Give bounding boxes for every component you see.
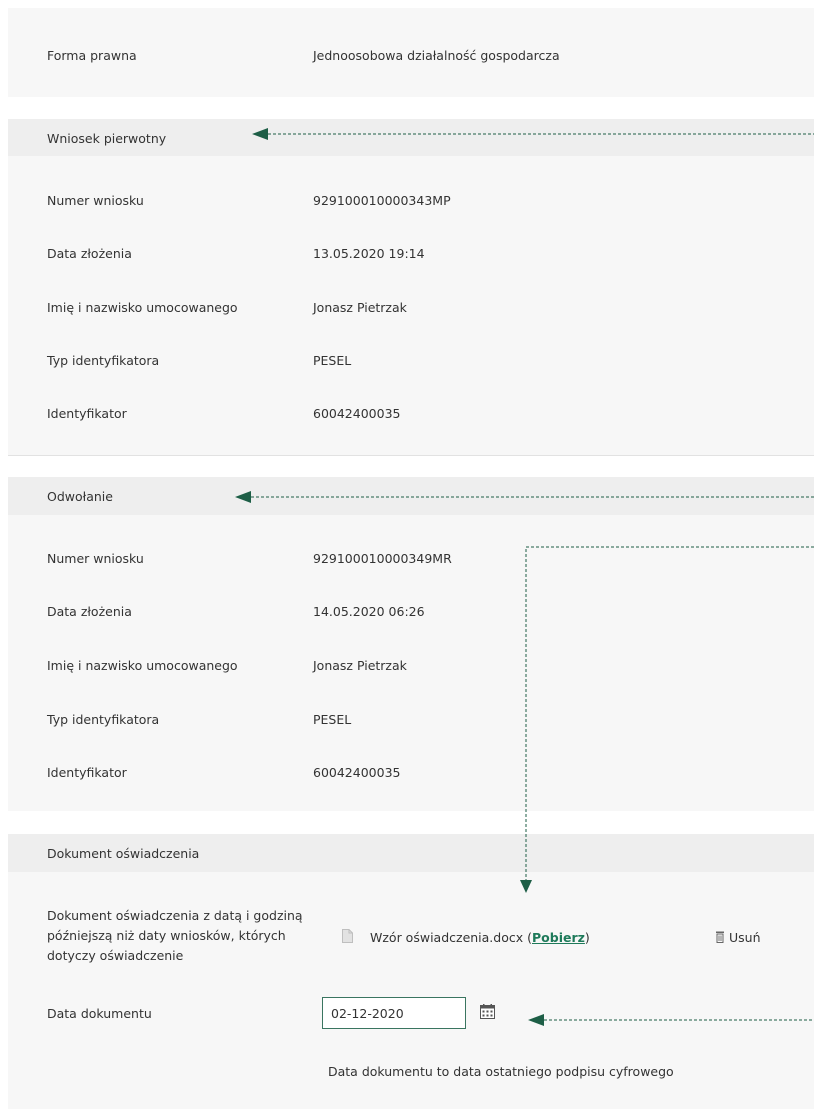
application-number-value: 929100010000343MP bbox=[313, 193, 451, 208]
trash-icon bbox=[716, 931, 724, 943]
delete-button[interactable]: Usuń bbox=[715, 929, 761, 946]
delete-label: Usuń bbox=[729, 930, 761, 945]
appeal-header bbox=[8, 477, 814, 515]
statement-document-title: Dokument oświadczenia bbox=[47, 846, 200, 861]
file-name-text: Wzór oświadczenia.docx ( bbox=[370, 930, 532, 945]
file-name-suffix: ) bbox=[584, 930, 590, 945]
representative-name-label: Imię i nazwisko umocowanego bbox=[47, 300, 238, 315]
identifier-label: Identyfikator bbox=[47, 406, 127, 421]
appeal-title: Odwołanie bbox=[47, 489, 113, 504]
identifier-type-label: Typ identyfikatora bbox=[47, 353, 160, 368]
identifier-value: 60042400035 bbox=[313, 406, 401, 421]
document-date-input[interactable] bbox=[322, 997, 466, 1029]
original-application-title: Wniosek pierwotny bbox=[47, 131, 167, 146]
appeal-identifier-type-value: PESEL bbox=[313, 712, 352, 727]
appeal-date-value: 14.05.2020 06:26 bbox=[313, 604, 425, 619]
submission-date-label: Data złożenia bbox=[47, 246, 132, 261]
file-icon bbox=[342, 929, 353, 946]
application-number-label: Numer wniosku bbox=[47, 193, 144, 208]
appeal-representative-label: Imię i nazwisko umocowanego bbox=[47, 658, 238, 673]
appeal-number-value: 929100010000349MR bbox=[313, 551, 452, 566]
appeal-date-label: Data złożenia bbox=[47, 604, 132, 619]
appeal-identifier-type-label: Typ identyfikatora bbox=[47, 712, 160, 727]
identifier-type-value: PESEL bbox=[313, 353, 352, 368]
statement-document-label: Dokument oświadczenia z datą i godziną p… bbox=[47, 908, 303, 963]
legal-form-value: Jednoosobowa działalność gospodarcza bbox=[313, 48, 560, 63]
appeal-representative-value: Jonasz Pietrzak bbox=[313, 658, 407, 673]
appeal-number-label: Numer wniosku bbox=[47, 551, 144, 566]
calendar-icon[interactable] bbox=[480, 1004, 495, 1022]
section-divider bbox=[8, 455, 814, 456]
file-name: Wzór oświadczenia.docx (Pobierz) bbox=[370, 929, 590, 946]
submission-date-value: 13.05.2020 19:14 bbox=[313, 246, 425, 261]
download-link[interactable]: Pobierz bbox=[532, 930, 585, 945]
document-date-label: Data dokumentu bbox=[47, 1006, 152, 1021]
document-date-hint: Data dokumentu to data ostatniego podpis… bbox=[328, 1064, 674, 1079]
representative-name-value: Jonasz Pietrzak bbox=[313, 300, 407, 315]
appeal-identifier-value: 60042400035 bbox=[313, 765, 401, 780]
appeal-identifier-label: Identyfikator bbox=[47, 765, 127, 780]
legal-form-label: Forma prawna bbox=[47, 48, 137, 63]
